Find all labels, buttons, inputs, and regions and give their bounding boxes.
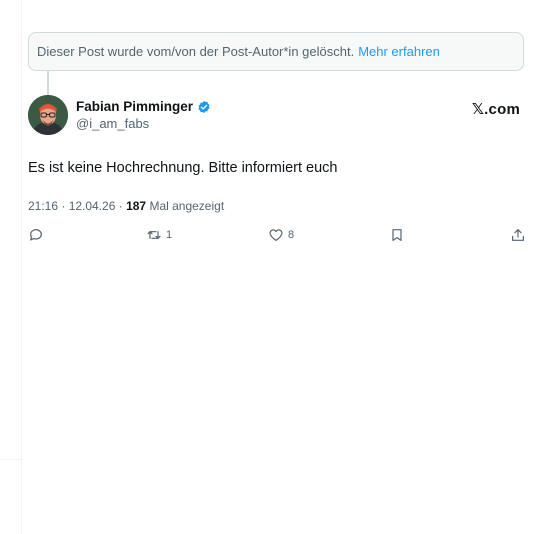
left-divider	[21, 0, 22, 534]
author-handle[interactable]: @i_am_fabs	[76, 116, 211, 131]
deleted-post-notice: Dieser Post wurde vom/von der Post-Autor…	[28, 32, 524, 71]
deleted-notice-text: Dieser Post wurde vom/von der Post-Autor…	[37, 44, 355, 59]
reply-icon	[30, 229, 42, 241]
x-com-link[interactable]: 𝕏.com	[472, 100, 520, 118]
share-button[interactable]	[510, 227, 526, 243]
learn-more-link[interactable]: Mehr erfahren	[358, 44, 440, 59]
left-divider-tick	[0, 459, 21, 460]
action-bar: 1 8	[28, 227, 526, 245]
author-block: Fabian Pimminger @i_am_fabs	[76, 99, 211, 131]
view-label: Mal angezeigt	[146, 199, 225, 213]
share-icon	[512, 229, 524, 241]
like-count: 8	[288, 229, 295, 241]
view-count: 187	[126, 199, 147, 213]
verified-badge-icon	[198, 100, 210, 113]
repost-count: 1	[166, 229, 173, 241]
bookmark-icon	[392, 229, 402, 241]
repost-icon	[147, 231, 161, 239]
post-timestamp[interactable]: 21:16 · 12.04.26 ·	[28, 199, 126, 213]
bookmark-button[interactable]	[389, 227, 405, 243]
like-icon	[269, 229, 283, 241]
thread-connector-line	[47, 71, 49, 95]
like-button[interactable]: 8	[268, 227, 294, 243]
post-text: Es ist keine Hochrechnung. Bitte informi…	[28, 160, 338, 176]
avatar[interactable]	[28, 95, 68, 135]
post-meta: 21:16 · 12.04.26 · 187 Mal angezeigt	[28, 199, 224, 213]
repost-button[interactable]: 1	[146, 227, 172, 243]
reply-button[interactable]	[28, 227, 48, 243]
author-name[interactable]: Fabian Pimminger	[76, 99, 193, 114]
